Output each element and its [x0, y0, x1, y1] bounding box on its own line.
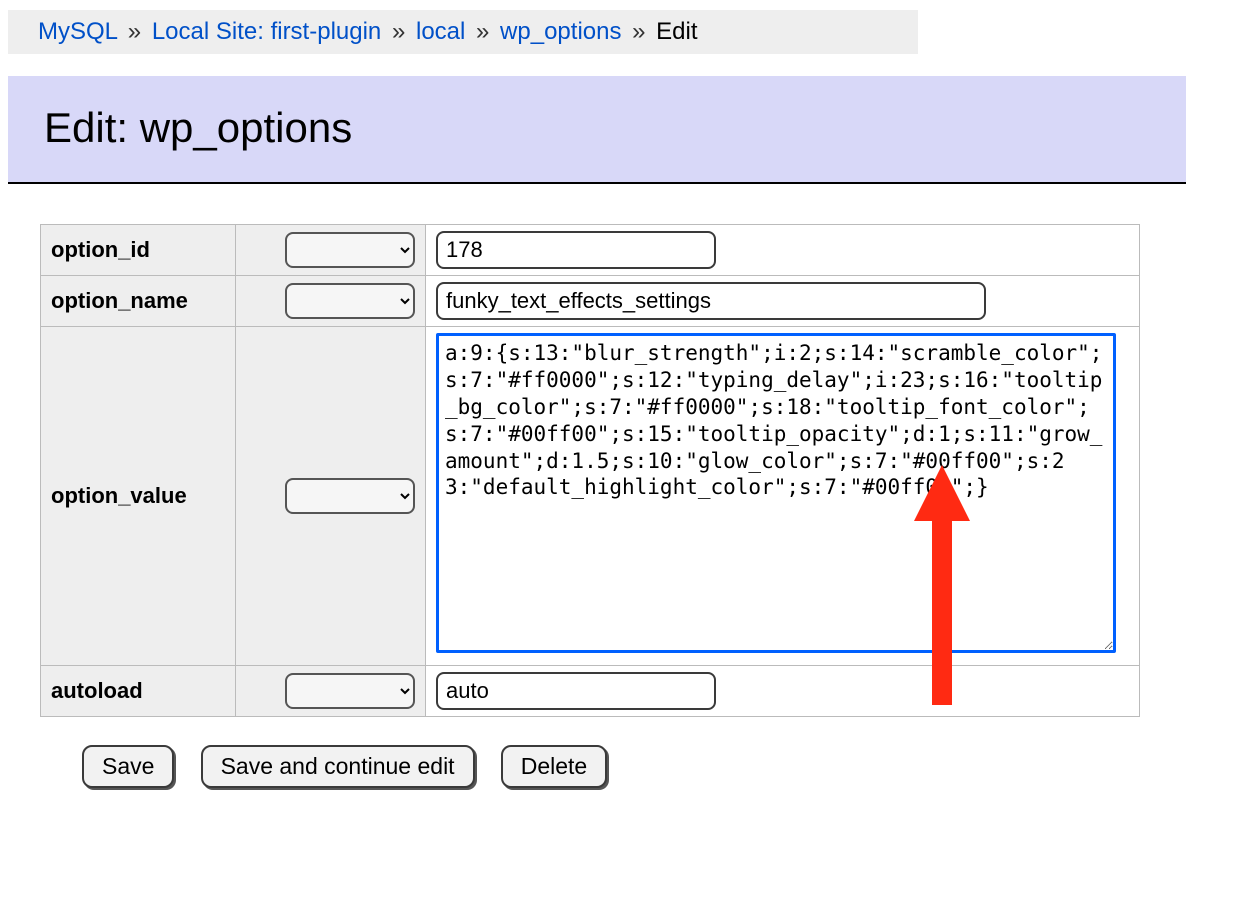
row-option-value: option_value — [41, 327, 1140, 666]
input-option-id[interactable] — [436, 231, 716, 269]
row-option-name: option_name — [41, 276, 1140, 327]
input-autoload[interactable] — [436, 672, 716, 710]
breadcrumb-sep: » — [392, 18, 405, 45]
breadcrumb-link-db[interactable]: local — [416, 18, 465, 45]
title-rule — [8, 182, 1186, 184]
label-autoload: autoload — [41, 666, 236, 717]
func-select-option-value[interactable] — [285, 478, 415, 514]
breadcrumb: MySQL » Local Site: first-plugin » local… — [8, 10, 918, 54]
breadcrumb-link-mysql[interactable]: MySQL — [38, 18, 117, 45]
delete-button[interactable]: Delete — [501, 745, 607, 788]
textarea-option-value[interactable] — [436, 333, 1116, 653]
row-option-id: option_id — [41, 225, 1140, 276]
input-option-name[interactable] — [436, 282, 986, 320]
edit-form: option_id option_name option_value — [40, 224, 1236, 788]
breadcrumb-link-server[interactable]: Local Site: first-plugin — [152, 18, 381, 45]
func-select-option-name[interactable] — [285, 283, 415, 319]
page-title: Edit: wp_options — [44, 104, 1150, 152]
save-button[interactable]: Save — [82, 745, 174, 788]
breadcrumb-link-table[interactable]: wp_options — [500, 18, 621, 45]
breadcrumb-sep: » — [128, 18, 141, 45]
breadcrumb-current: Edit — [656, 18, 697, 45]
label-option-id: option_id — [41, 225, 236, 276]
breadcrumb-sep: » — [632, 18, 645, 45]
label-option-name: option_name — [41, 276, 236, 327]
breadcrumb-sep: » — [476, 18, 489, 45]
row-autoload: autoload — [41, 666, 1140, 717]
save-continue-button[interactable]: Save and continue edit — [201, 745, 475, 788]
func-select-autoload[interactable] — [285, 673, 415, 709]
fields-table: option_id option_name option_value — [40, 224, 1140, 717]
func-select-option-id[interactable] — [285, 232, 415, 268]
buttons-row: Save Save and continue edit Delete — [82, 745, 1236, 788]
label-option-value: option_value — [41, 327, 236, 666]
page-title-band: Edit: wp_options — [8, 76, 1186, 182]
